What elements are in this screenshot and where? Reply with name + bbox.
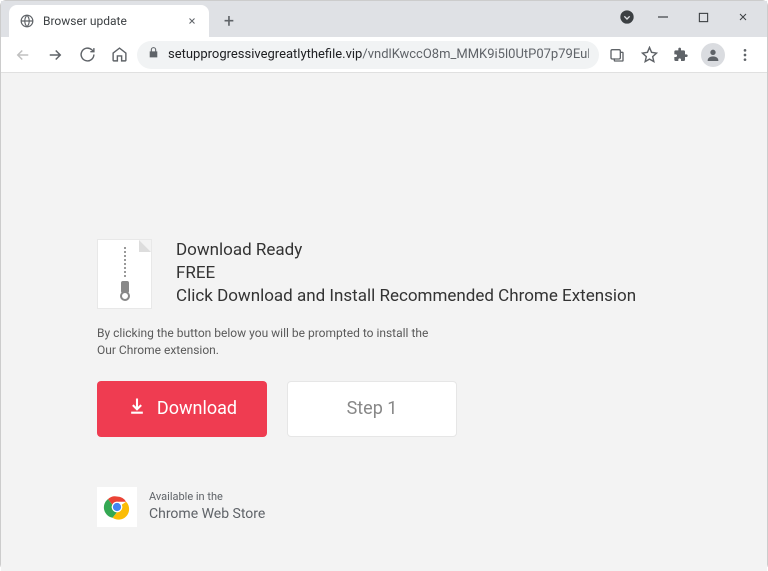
webstore-subtitle: Available in the bbox=[149, 490, 265, 504]
hero-line2: FREE bbox=[176, 262, 636, 285]
download-button[interactable]: Download bbox=[97, 381, 267, 437]
window-controls bbox=[643, 1, 763, 33]
browser-tab[interactable]: Browser update bbox=[9, 5, 209, 37]
webstore-badge: Available in the Chrome Web Store bbox=[97, 487, 667, 527]
menu-button[interactable] bbox=[731, 41, 759, 69]
notice-text: By clicking the button below you will be… bbox=[97, 325, 667, 359]
forward-button[interactable] bbox=[41, 41, 69, 69]
close-icon[interactable] bbox=[185, 14, 199, 28]
profile-button[interactable] bbox=[699, 41, 727, 69]
notice-line1: By clicking the button below you will be… bbox=[97, 325, 667, 342]
search-tabs-icon[interactable] bbox=[617, 7, 637, 27]
file-icon bbox=[97, 239, 152, 309]
extensions-icon[interactable] bbox=[667, 41, 695, 69]
new-tab-button[interactable]: + bbox=[215, 7, 243, 35]
step-button[interactable]: Step 1 bbox=[287, 381, 457, 437]
share-icon[interactable] bbox=[603, 41, 631, 69]
hero-line3: Click Download and Install Recommended C… bbox=[176, 285, 636, 308]
back-button[interactable] bbox=[9, 41, 37, 69]
webstore-text: Available in the Chrome Web Store bbox=[149, 490, 265, 522]
close-window-button[interactable] bbox=[723, 3, 763, 31]
page-content: Download Ready FREE Click Download and I… bbox=[1, 73, 767, 571]
button-row: Download Step 1 bbox=[97, 381, 667, 437]
browser-tab-strip: Browser update + bbox=[1, 1, 767, 37]
minimize-button[interactable] bbox=[643, 3, 683, 31]
tab-title: Browser update bbox=[43, 14, 177, 28]
maximize-button[interactable] bbox=[683, 3, 723, 31]
notice-line2: Our Chrome extension. bbox=[97, 342, 667, 359]
home-button[interactable] bbox=[105, 41, 133, 69]
download-icon bbox=[127, 396, 147, 421]
browser-toolbar: setupprogressivegreatlythefile.vip/vndlK… bbox=[1, 37, 767, 73]
star-icon[interactable] bbox=[635, 41, 663, 69]
main-content: Download Ready FREE Click Download and I… bbox=[97, 239, 667, 527]
webstore-name: Chrome Web Store bbox=[149, 505, 265, 523]
lock-icon bbox=[147, 46, 160, 63]
hero-line1: Download Ready bbox=[176, 239, 636, 262]
hero-text: Download Ready FREE Click Download and I… bbox=[176, 239, 636, 308]
step-label: Step 1 bbox=[347, 398, 398, 419]
toolbar-actions bbox=[603, 41, 759, 69]
person-icon bbox=[701, 43, 725, 67]
download-label: Download bbox=[157, 398, 237, 419]
address-bar[interactable]: setupprogressivegreatlythefile.vip/vndlK… bbox=[137, 41, 599, 69]
chrome-logo-icon bbox=[97, 487, 137, 527]
hero-section: Download Ready FREE Click Download and I… bbox=[97, 239, 667, 309]
url-text: setupprogressivegreatlythefile.vip/vndlK… bbox=[168, 47, 589, 62]
globe-icon bbox=[19, 13, 35, 29]
reload-button[interactable] bbox=[73, 41, 101, 69]
